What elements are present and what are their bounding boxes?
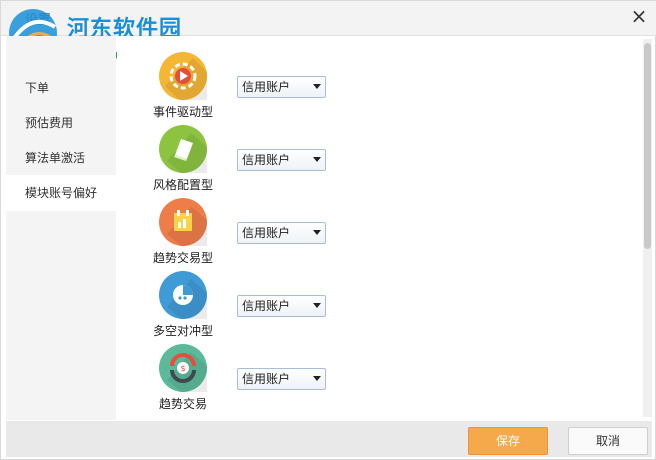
sidebar-item-label: 预估费用 xyxy=(25,116,74,130)
settings-sidebar: 下单 预估费用 算法单激活 模块账号偏好 xyxy=(6,36,116,420)
sidebar-item-label: 下单 xyxy=(25,81,50,95)
sidebar-item-module-account-preference[interactable]: 模块账号偏好 xyxy=(6,175,116,211)
account-select-value: 信用账户 xyxy=(242,226,291,240)
account-select-value: 信用账户 xyxy=(242,80,291,94)
account-select[interactable]: 信用账户 xyxy=(237,76,326,98)
dialog-footer: 保存 取消 xyxy=(6,421,652,457)
sidebar-item-algo-activation[interactable]: 算法单激活 xyxy=(6,140,116,176)
vertical-scrollbar[interactable] xyxy=(643,39,652,417)
strategy-account-list: 事件驱动型 信用账户 风格配置型 信用账户 趋势交易型 信用账户 多空对冲型 信… xyxy=(117,36,643,420)
strategy-name: 事件驱动型 xyxy=(152,105,213,119)
account-select[interactable]: 信用账户 xyxy=(237,222,326,244)
list-item: 趋势交易型 信用账户 xyxy=(117,197,637,269)
chevron-down-icon xyxy=(313,376,321,381)
chevron-down-icon xyxy=(313,157,321,162)
account-select[interactable]: 信用账户 xyxy=(237,149,326,171)
strategy-name: 多空对冲型 xyxy=(152,324,213,338)
strategy-name: 风格配置型 xyxy=(152,178,213,192)
sidebar-item-label: 模块账号偏好 xyxy=(25,186,98,200)
book-icon xyxy=(159,125,207,173)
title-bar: 设置 × xyxy=(1,1,656,36)
chevron-down-icon xyxy=(313,303,321,308)
play-gear-icon xyxy=(159,52,207,100)
scrollbar-thumb[interactable] xyxy=(644,43,651,249)
coin-cycle-icon: $ xyxy=(159,344,207,392)
chevron-down-icon xyxy=(313,230,321,235)
account-select[interactable]: 信用账户 xyxy=(237,295,326,317)
close-icon[interactable]: × xyxy=(627,4,651,28)
list-item: 多空对冲型 信用账户 xyxy=(117,270,637,342)
sidebar-item-order[interactable]: 下单 xyxy=(6,70,116,106)
chart-note-icon xyxy=(159,198,207,246)
list-item: 风格配置型 信用账户 xyxy=(117,124,637,196)
list-item: $ 趋势交易 信用账户 xyxy=(117,343,637,415)
chevron-down-icon xyxy=(313,84,321,89)
svg-text:$: $ xyxy=(180,364,185,373)
account-select-value: 信用账户 xyxy=(242,299,291,313)
sidebar-item-label: 算法单激活 xyxy=(25,151,86,165)
pie-chart-icon xyxy=(159,271,207,319)
strategy-name: 趋势交易型 xyxy=(152,251,213,265)
account-select-value: 信用账户 xyxy=(242,153,291,167)
sidebar-item-estimated-fee[interactable]: 预估费用 xyxy=(6,105,116,141)
window-title: 设置 xyxy=(25,13,52,28)
account-select-value: 信用账户 xyxy=(242,372,291,386)
cancel-button[interactable]: 取消 xyxy=(568,427,648,455)
list-item: 事件驱动型 信用账户 xyxy=(117,51,637,123)
strategy-name: 趋势交易 xyxy=(158,397,207,411)
account-select[interactable]: 信用账户 xyxy=(237,368,326,390)
settings-dialog: 设置 × 常规 河东软件园 www.pc0359.cn 下单 预估费用 算法单激… xyxy=(0,0,656,460)
save-button[interactable]: 保存 xyxy=(468,427,548,455)
